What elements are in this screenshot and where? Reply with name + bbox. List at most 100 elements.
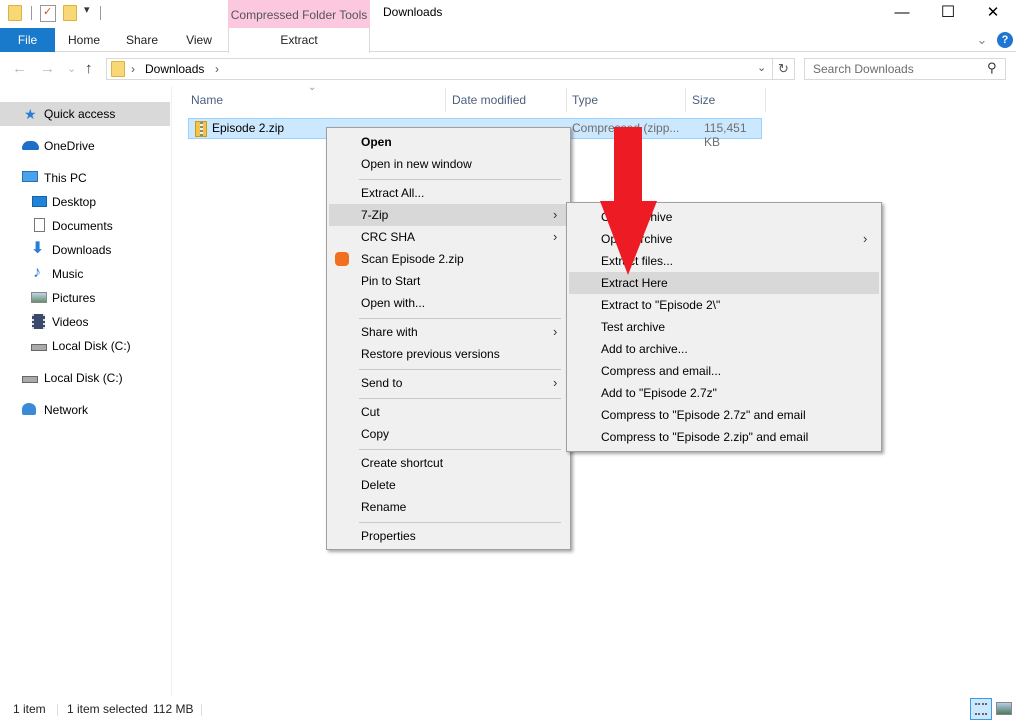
menu-item-delete[interactable]: Delete [329,474,568,496]
download-icon: ⬇ [31,240,45,257]
column-separator[interactable] [765,88,766,112]
folder-icon[interactable] [8,5,22,21]
breadcrumb-separator[interactable]: › [215,62,219,76]
help-icon[interactable]: ? [997,32,1013,48]
context-menu: Open Open in new window Extract All... 7… [326,127,571,550]
submenu-item-test-archive[interactable]: Test archive [569,316,879,338]
menu-separator [359,318,561,319]
search-placeholder: Search Downloads [813,62,914,76]
properties-icon[interactable]: ✓ [40,5,56,22]
drive-icon [22,376,38,383]
sidebar-item-quick-access[interactable]: ★ Quick access [0,102,170,126]
column-separator[interactable] [685,88,686,112]
status-item-count: 1 item [13,702,46,716]
network-icon [22,403,36,415]
recent-locations-button[interactable]: ⌄ [67,62,76,75]
details-view-button[interactable] [970,698,992,720]
sidebar-item-downloads[interactable]: ⬇ Downloads [0,238,170,262]
sidebar-item-pictures[interactable]: Pictures [0,286,170,310]
maximize-button[interactable]: ☐ [925,0,971,28]
sidebar-item-local-disk[interactable]: Local Disk (C:) [0,366,170,390]
tab-home[interactable]: Home [58,28,110,52]
column-header-type[interactable]: Type [572,88,598,112]
menu-item-copy[interactable]: Copy [329,423,568,445]
address-bar[interactable]: › Downloads › ⌄ [106,58,773,80]
status-separator [57,704,58,716]
menu-item-scan[interactable]: Scan Episode 2.zip [329,248,568,270]
forward-button[interactable]: → [40,60,55,77]
new-folder-icon[interactable] [63,5,77,21]
sidebar-item-desktop[interactable]: Desktop [0,190,170,214]
close-button[interactable]: ✕ [970,0,1016,28]
submenu-arrow-icon: › [553,207,558,222]
toolbar-separator [100,6,101,20]
submenu-item-extract-to-folder[interactable]: Extract to "Episode 2\" [569,294,879,316]
sidebar-item-music[interactable]: ♪ Music [0,262,170,286]
status-selection-size: 112 MB [153,702,194,716]
submenu-arrow-icon: › [863,231,868,246]
address-dropdown-icon[interactable]: ⌄ [757,61,766,74]
submenu-item-compress-7z-email[interactable]: Compress to "Episode 2.7z" and email [569,404,879,426]
breadcrumb-downloads[interactable]: Downloads [145,62,204,76]
documents-icon [34,218,45,232]
status-bar: 1 item 1 item selected 112 MB [0,698,1016,721]
toolbar-separator [31,6,32,20]
computer-icon [22,171,38,182]
submenu-item-compress-and-email[interactable]: Compress and email... [569,360,879,382]
menu-item-share-with[interactable]: Share with › [329,321,568,343]
sidebar-item-network[interactable]: Network [0,398,170,422]
menu-item-crc-sha[interactable]: CRC SHA › [329,226,568,248]
submenu-item-add-to-archive[interactable]: Add to archive... [569,338,879,360]
column-header-size[interactable]: Size [692,88,715,112]
tab-extract[interactable]: Extract [228,28,370,53]
menu-item-extract-all[interactable]: Extract All... [329,182,568,204]
search-input[interactable]: Search Downloads ⚲ [804,58,1006,80]
menu-item-rename[interactable]: Rename [329,496,568,518]
music-icon: ♪ [33,264,41,281]
status-selection: 1 item selected [67,702,148,716]
search-icon[interactable]: ⚲ [987,60,997,76]
customize-dropdown-icon[interactable]: ▾ [84,3,90,16]
drive-icon [31,344,47,351]
refresh-button[interactable]: ↻ [773,58,795,80]
status-separator [201,704,202,716]
tab-share[interactable]: Share [116,28,168,52]
column-separator[interactable] [445,88,446,112]
sidebar-item-onedrive[interactable]: OneDrive [0,134,170,158]
menu-item-restore-previous-versions[interactable]: Restore previous versions [329,343,568,365]
tab-file[interactable]: File [0,28,55,52]
submenu-item-add-to-7z[interactable]: Add to "Episode 2.7z" [569,382,879,404]
back-button[interactable]: ← [12,60,27,77]
zip-file-icon [195,121,207,137]
column-header-name[interactable]: Name [191,88,223,112]
sort-indicator-icon: ⌄ [308,82,317,93]
videos-icon [32,314,45,329]
menu-item-send-to[interactable]: Send to › [329,372,568,394]
menu-item-pin-to-start[interactable]: Pin to Start [329,270,568,292]
menu-item-open[interactable]: Open [329,131,568,153]
sidebar-item-documents[interactable]: Documents [0,214,170,238]
sidebar-item-this-pc[interactable]: This PC [0,166,170,190]
annotation-arrow-icon [600,127,657,275]
ribbon-collapse-icon[interactable]: ⌄ [972,28,992,52]
compressed-folder-tools-label: Compressed Folder Tools [228,0,370,30]
menu-item-7zip[interactable]: 7-Zip › [329,204,568,226]
column-separator[interactable] [566,88,567,112]
column-header-date-modified[interactable]: Date modified [452,88,526,112]
navigation-pane: ★ Quick access OneDrive This PC Desktop … [0,86,172,696]
menu-item-properties[interactable]: Properties [329,525,568,547]
menu-item-create-shortcut[interactable]: Create shortcut [329,452,568,474]
up-button[interactable]: ↑ [85,60,93,77]
menu-separator [359,398,561,399]
menu-item-cut[interactable]: Cut [329,401,568,423]
menu-item-open-in-new-window[interactable]: Open in new window [329,153,568,175]
tab-view[interactable]: View [173,28,225,52]
sidebar-item-local-disk[interactable]: Local Disk (C:) [0,334,170,358]
minimize-button[interactable]: — [879,0,925,28]
large-icons-view-button[interactable] [996,702,1012,715]
title-bar: ✓ ▾ Compressed Folder Tools Downloads — … [0,0,1016,30]
sidebar-item-videos[interactable]: Videos [0,310,170,334]
submenu-item-compress-zip-email[interactable]: Compress to "Episode 2.zip" and email [569,426,879,448]
menu-item-open-with[interactable]: Open with... [329,292,568,314]
menu-separator [359,369,561,370]
